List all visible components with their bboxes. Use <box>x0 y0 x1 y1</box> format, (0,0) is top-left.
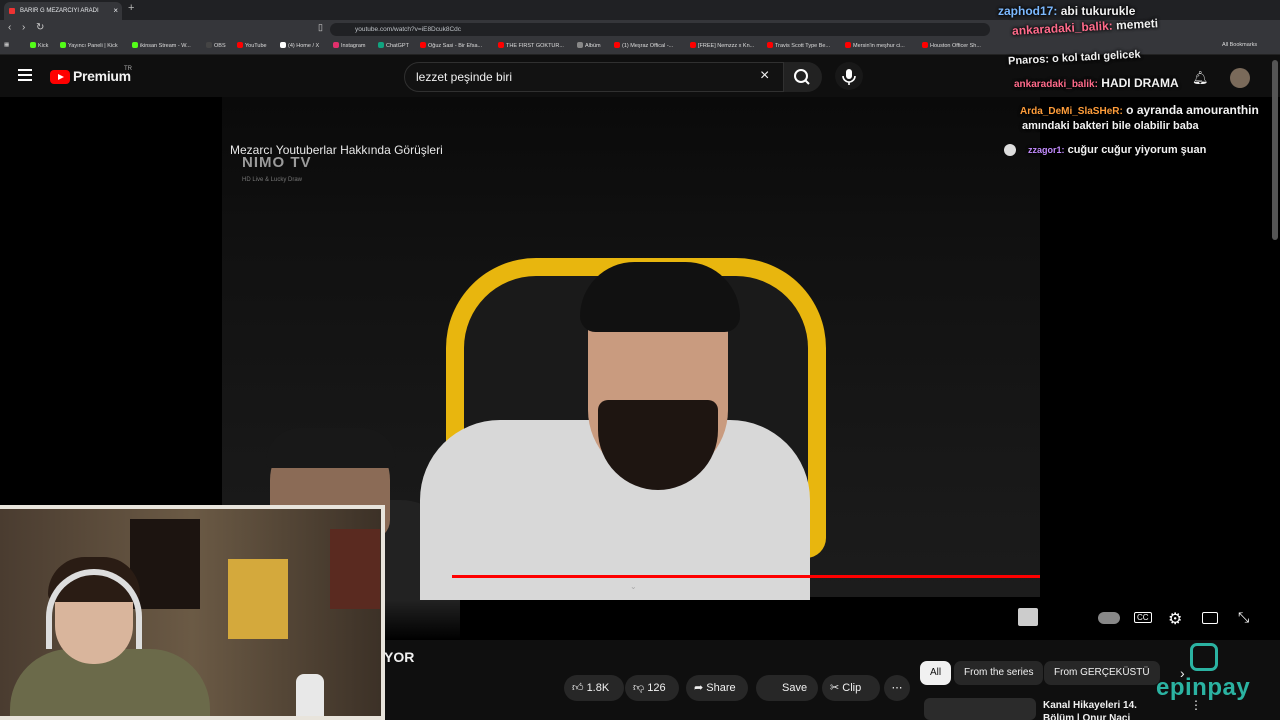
bookmark[interactable]: ikinsan Stream - W... <box>132 42 191 49</box>
bottle <box>296 674 324 716</box>
captions-icon[interactable]: CC <box>1134 612 1152 623</box>
save-button[interactable]: Save <box>756 675 818 701</box>
clock-icon <box>1004 144 1016 156</box>
share-button[interactable]: ➦ Share <box>686 675 748 701</box>
dislike-count: 126 <box>647 682 666 694</box>
miniplayer-icon[interactable] <box>1202 612 1218 624</box>
chat-message: zzagor1: cuğur cuğur yiyorum şuan <box>1028 144 1207 156</box>
thumbs-down-icon: 👎︎ <box>633 682 645 694</box>
recommended-title[interactable]: Kanal Hikayeleri 14. Bölüm | Onur Naci Ö… <box>1043 699 1163 720</box>
thumbnail-icon <box>1018 608 1038 626</box>
sponsor-logo: epinpay <box>1156 674 1251 701</box>
poster <box>228 559 288 639</box>
youtube-logo-icon[interactable] <box>50 70 70 84</box>
bookmark[interactable]: (1) Meşraz Offical -... <box>614 42 673 49</box>
voice-search-button[interactable] <box>835 62 863 90</box>
chip-from-channel[interactable]: From GERÇEKÜSTÜ <box>1044 661 1160 685</box>
chat-message: zaphod17: abi tukurukle <box>998 4 1136 18</box>
share-label: Share <box>706 682 736 694</box>
microphone-icon <box>842 69 856 85</box>
bookmark[interactable]: Oğuz Sasi - Bir Efsa... <box>420 42 482 49</box>
clear-search-icon[interactable]: × <box>760 67 769 85</box>
bookmark[interactable]: YouTube <box>237 42 267 49</box>
bookmark[interactable]: Travis Scott Type Be... <box>767 42 830 49</box>
bookmark[interactable]: (4) Home / X <box>280 42 319 49</box>
bookmark-icon[interactable]: ▯ <box>318 22 323 33</box>
chat-message: amındaki bakteri bile olabilir baba <box>1022 120 1199 132</box>
epinpay-logo-icon <box>1190 643 1218 671</box>
bookmark[interactable]: Yayıncı Paneli | Kick <box>60 42 118 49</box>
bookmark[interactable]: ChatGPT <box>378 42 409 49</box>
notifications-bell-icon[interactable]: 🔔︎ <box>1192 70 1209 86</box>
search-button[interactable] <box>784 62 822 92</box>
settings-gear-icon[interactable]: ⚙ <box>1168 609 1182 629</box>
video-title: YOR <box>384 649 415 665</box>
search-icon <box>794 69 810 85</box>
person-background-hair <box>266 428 396 468</box>
country-code: TR <box>124 66 132 72</box>
like-count: 1.8K <box>586 682 610 694</box>
clip-label: Clip <box>842 682 862 694</box>
bookmark[interactable]: Instagram <box>333 42 365 49</box>
reload-icon[interactable]: ↻ <box>36 22 44 33</box>
bookmark[interactable]: Kick <box>30 42 48 49</box>
tab-title: BARIR G MEZARCIYI ARADI <box>20 8 99 14</box>
chevron-down-icon: ⌄ <box>630 582 637 591</box>
url-bar[interactable]: youtube.com/watch?v=iE8Dcuk8Cdc <box>330 23 990 36</box>
bookmark[interactable]: Albüm <box>577 42 601 49</box>
nimo-watermark-sub: HD Live & Lucky Draw <box>242 177 303 183</box>
search-input[interactable]: lezzet peşinde biri <box>404 62 784 92</box>
autoplay-toggle[interactable] <box>1098 612 1120 624</box>
avatar[interactable] <box>1230 68 1250 88</box>
inner-progress-bar[interactable] <box>452 575 1040 578</box>
chat-message: ankaradaki_balik: HADI DRAMA <box>1014 76 1179 90</box>
page-scrollbar[interactable] <box>1272 60 1278 240</box>
thumbs-up-icon: 👍︎ <box>572 682 584 694</box>
scissors-icon: ✂ <box>830 682 840 694</box>
all-bookmarks[interactable]: All Bookmarks <box>1222 42 1257 48</box>
youtube-favicon-icon <box>9 8 15 14</box>
bookmark[interactable]: Mersin'in meşhur ci... <box>845 42 905 49</box>
webcam-overlay <box>0 505 385 720</box>
like-button[interactable]: 👍︎ 1.8K <box>564 675 624 701</box>
tab-close-icon[interactable]: × <box>113 2 118 20</box>
youtube-brand[interactable]: Premium <box>73 68 131 84</box>
more-actions-button[interactable]: ⋯ <box>884 675 910 701</box>
fullscreen-exit-icon[interactable]: ⤡ <box>1238 609 1249 626</box>
save-label: Save <box>782 682 808 694</box>
chip-all[interactable]: All <box>920 661 952 685</box>
chip-from-series[interactable]: From the series <box>954 661 1044 685</box>
new-tab-button[interactable]: + <box>128 2 134 14</box>
share-icon: ➦ <box>694 682 704 694</box>
poster <box>330 529 380 609</box>
hamburger-menu-icon[interactable] <box>18 69 32 84</box>
nimo-watermark: NIMO TV <box>242 154 312 171</box>
more-icon: ⋯ <box>891 682 903 694</box>
streamer-hair <box>580 262 740 332</box>
forward-icon[interactable]: › <box>22 22 25 33</box>
bookmark[interactable]: [FREE] Nemzzz x Kn... <box>690 42 754 49</box>
apps-icon[interactable]: ▦ <box>4 42 9 48</box>
recommended-thumbnail[interactable] <box>924 698 1036 720</box>
bookmark[interactable]: OBS <box>206 42 226 49</box>
browser-tab[interactable]: BARIR G MEZARCIYI ARADI × <box>4 2 122 20</box>
bookmark[interactable]: Houston Officer Sh... <box>922 42 981 49</box>
clip-button[interactable]: ✂ Clip <box>822 675 880 701</box>
chat-message: Arda_DeMi_SlaSHeR: o ayranda amouranthin <box>1020 103 1259 117</box>
poster <box>130 519 200 609</box>
dislike-button[interactable]: 👎︎ 126 <box>625 675 679 701</box>
bookmark[interactable]: THE FIRST GOKTUR... <box>498 42 564 49</box>
back-icon[interactable]: ‹ <box>8 22 11 33</box>
